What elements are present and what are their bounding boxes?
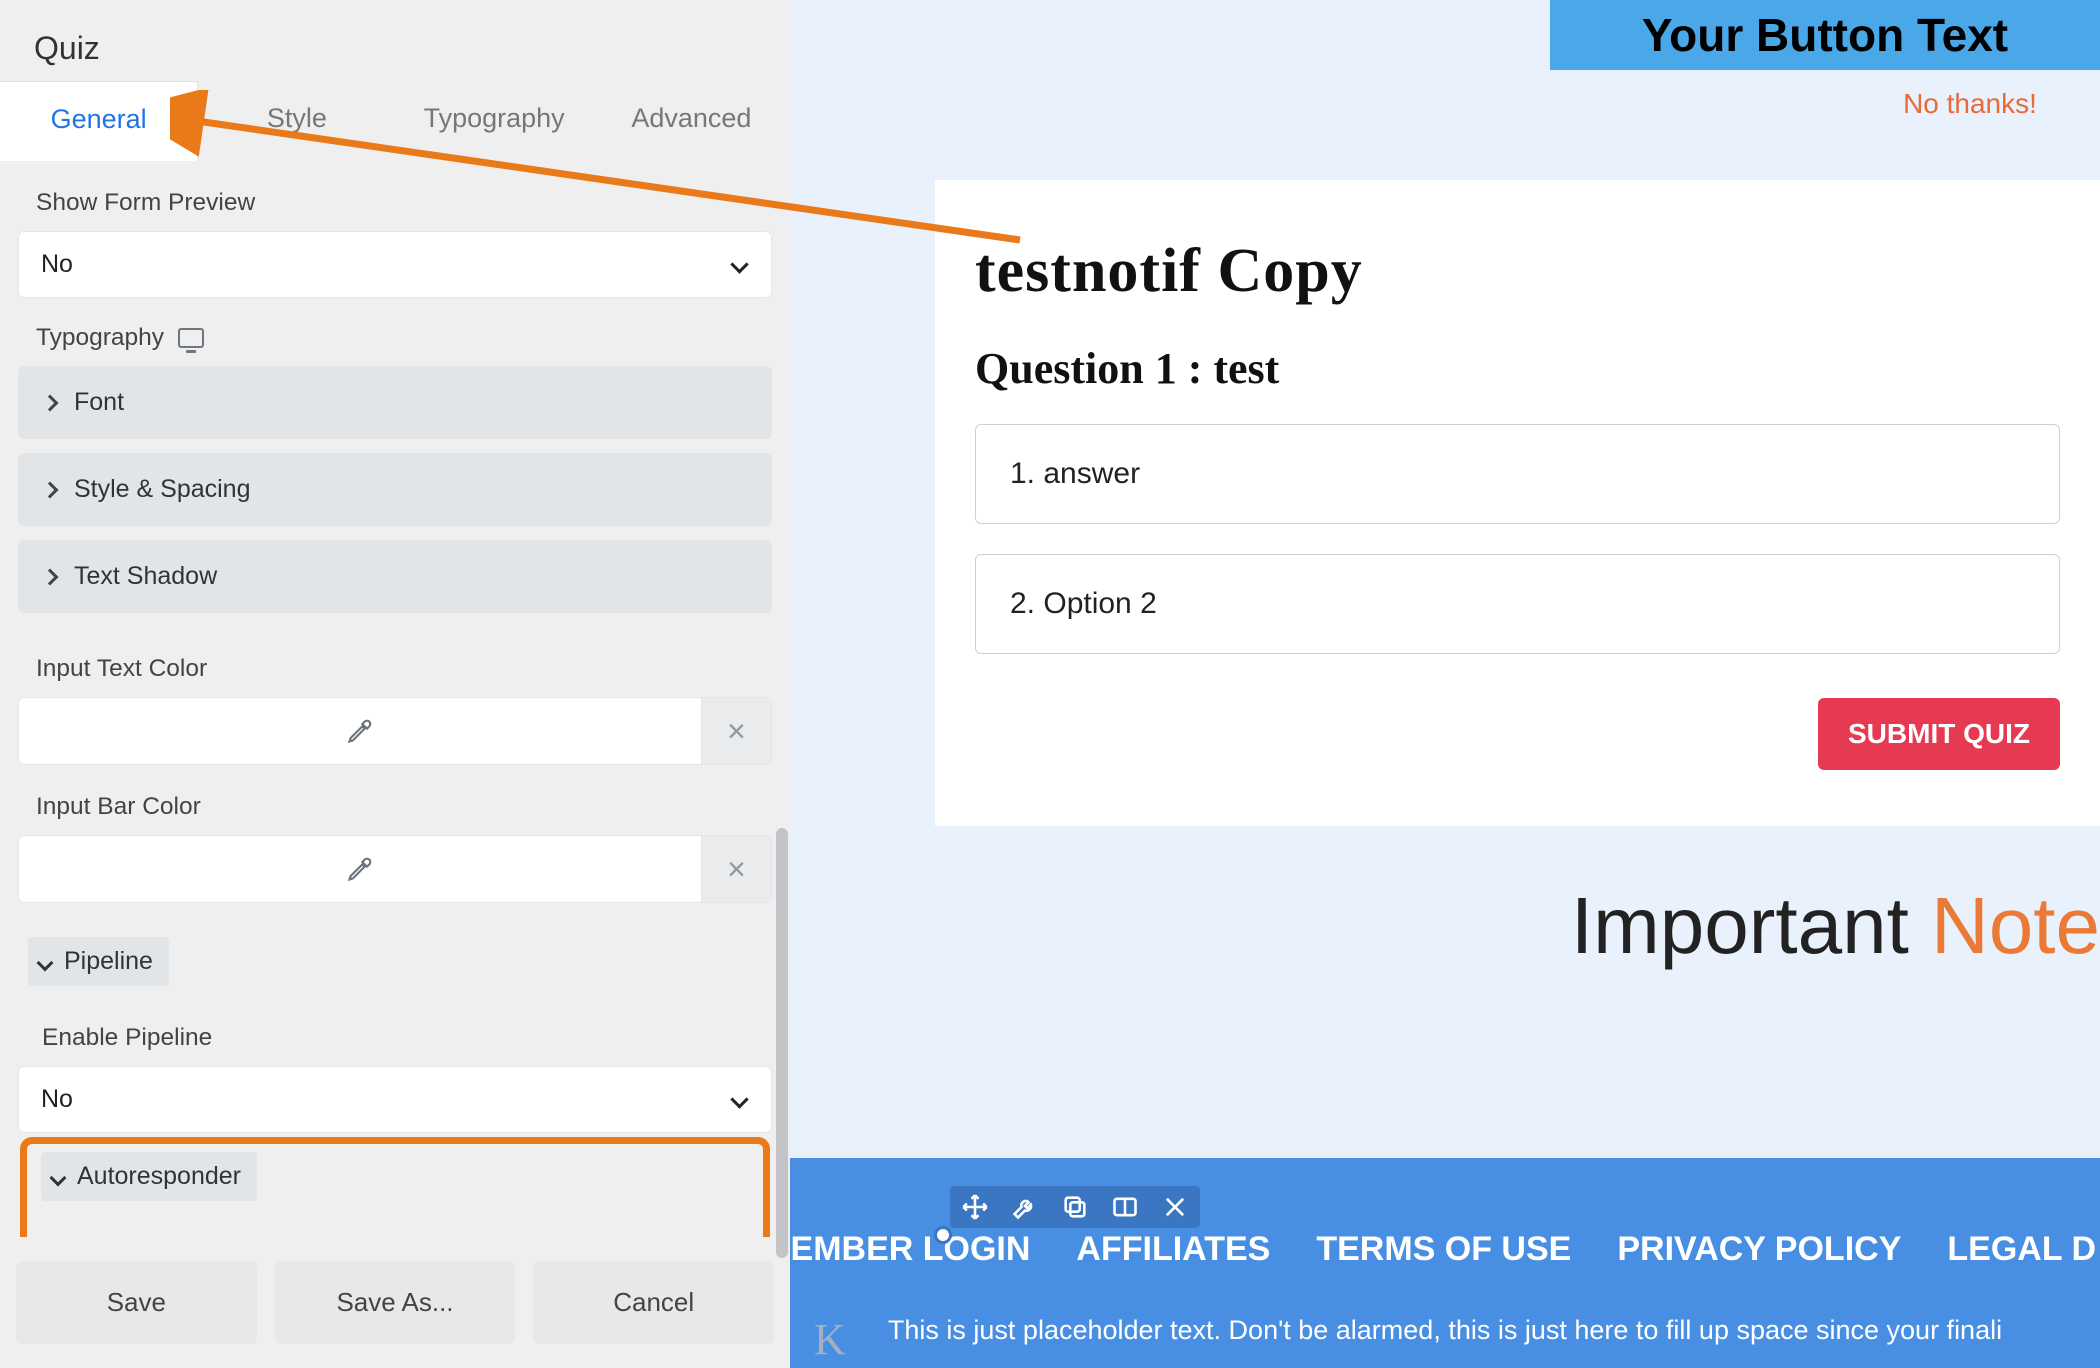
enable-pipeline-select[interactable]: No xyxy=(18,1066,772,1133)
accordion-style-spacing[interactable]: Style & Spacing xyxy=(18,453,772,526)
chevron-down-icon xyxy=(731,256,749,274)
panel-footer: Save Save As... Cancel xyxy=(0,1237,790,1368)
quiz-answer-1[interactable]: 1. answer xyxy=(975,424,2060,524)
element-toolbar xyxy=(950,1186,1200,1228)
tab-style[interactable]: Style xyxy=(198,81,395,161)
footer-link-terms[interactable]: TERMS OF USE xyxy=(1316,1230,1571,1269)
close-icon[interactable] xyxy=(1160,1192,1190,1222)
input-bar-color-label: Input Bar Color xyxy=(14,765,776,835)
settings-tabs: General Style Typography Advanced xyxy=(0,81,790,161)
section-pipeline-title: Pipeline xyxy=(64,947,153,976)
show-form-preview-label: Show Form Preview xyxy=(14,161,776,231)
accordion-text-shadow-label: Text Shadow xyxy=(74,562,217,591)
footer-link-privacy[interactable]: PRIVACY POLICY xyxy=(1617,1230,1901,1269)
close-icon: × xyxy=(727,851,746,888)
columns-icon[interactable] xyxy=(1110,1192,1140,1222)
clear-color-button[interactable]: × xyxy=(702,835,772,903)
chevron-right-icon xyxy=(42,569,58,585)
chevron-right-icon xyxy=(42,395,58,411)
footer-link-member-login[interactable]: MEMBER LOGIN xyxy=(790,1230,1030,1269)
tab-typography[interactable]: Typography xyxy=(396,81,593,161)
quiz-card: testnotif Copy Question 1 : test 1. answ… xyxy=(935,180,2100,826)
footer-link-affiliates[interactable]: AFFILIATES xyxy=(1076,1230,1270,1269)
quiz-answer-2[interactable]: 2. Option 2 xyxy=(975,554,2060,654)
eyedropper-icon xyxy=(346,717,374,745)
accordion-font[interactable]: Font xyxy=(18,366,772,439)
input-text-color-field[interactable]: × xyxy=(18,697,772,765)
close-icon: × xyxy=(727,713,746,750)
footer-description: This is just placeholder text. Don't be … xyxy=(790,1269,2100,1346)
scrollbar-thumb[interactable] xyxy=(776,828,788,1258)
chevron-down-icon xyxy=(36,953,54,971)
typography-section-label: Typography xyxy=(36,324,164,352)
important-note-heading: Important Note xyxy=(935,880,2100,972)
panel-title: Quiz xyxy=(0,0,790,81)
selection-handle[interactable] xyxy=(934,1226,952,1244)
autoresponder-highlight: Autoresponder Select Autoresponder Choos… xyxy=(20,1137,770,1237)
eyedropper-icon xyxy=(346,855,374,883)
section-autoresponder[interactable]: Autoresponder xyxy=(27,1144,763,1219)
enable-pipeline-label: Enable Pipeline xyxy=(14,1004,776,1066)
important-note-word1: Important xyxy=(1571,881,1931,970)
tab-advanced[interactable]: Advanced xyxy=(593,81,790,161)
accordion-font-label: Font xyxy=(74,388,124,417)
chevron-down-icon xyxy=(731,1091,749,1109)
input-text-color-label: Input Text Color xyxy=(14,627,776,697)
k-letter: K xyxy=(814,1314,846,1365)
save-button[interactable]: Save xyxy=(16,1261,257,1344)
device-icon[interactable] xyxy=(178,328,204,348)
footer-link-legal[interactable]: LEGAL D xyxy=(1947,1230,2096,1269)
cta-button[interactable]: Your Button Text xyxy=(1550,0,2100,70)
important-note-word2: Note xyxy=(1931,881,2100,970)
section-autoresponder-title: Autoresponder xyxy=(77,1162,241,1191)
cancel-button[interactable]: Cancel xyxy=(533,1261,774,1344)
show-form-preview-select[interactable]: No xyxy=(18,231,772,298)
duplicate-icon[interactable] xyxy=(1060,1192,1090,1222)
tab-general[interactable]: General xyxy=(0,81,198,161)
chevron-right-icon xyxy=(42,482,58,498)
page-preview: Your Button Text No thanks! testnotif Co… xyxy=(790,0,2100,1368)
show-form-preview-value: No xyxy=(41,250,73,279)
panel-body: Show Form Preview No Typography Font Sty… xyxy=(0,161,790,1237)
accordion-style-spacing-label: Style & Spacing xyxy=(74,475,251,504)
accordion-text-shadow[interactable]: Text Shadow xyxy=(18,540,772,613)
quiz-question: Question 1 : test xyxy=(975,343,2060,394)
section-pipeline[interactable]: Pipeline xyxy=(14,919,776,1004)
settings-sidebar: Quiz General Style Typography Advanced S… xyxy=(0,0,790,1368)
chevron-down-icon xyxy=(49,1168,67,1186)
input-bar-color-field[interactable]: × xyxy=(18,835,772,903)
quiz-title: testnotif Copy xyxy=(975,236,2060,307)
enable-pipeline-value: No xyxy=(41,1085,73,1114)
clear-color-button[interactable]: × xyxy=(702,697,772,765)
no-thanks-link[interactable]: No thanks! xyxy=(1840,88,2100,120)
select-autoresponder-label: Select Autoresponder xyxy=(27,1219,763,1237)
save-as-button[interactable]: Save As... xyxy=(275,1261,516,1344)
move-icon[interactable] xyxy=(960,1192,990,1222)
wrench-icon[interactable] xyxy=(1010,1192,1040,1222)
submit-quiz-button[interactable]: SUBMIT QUIZ xyxy=(1818,698,2060,770)
